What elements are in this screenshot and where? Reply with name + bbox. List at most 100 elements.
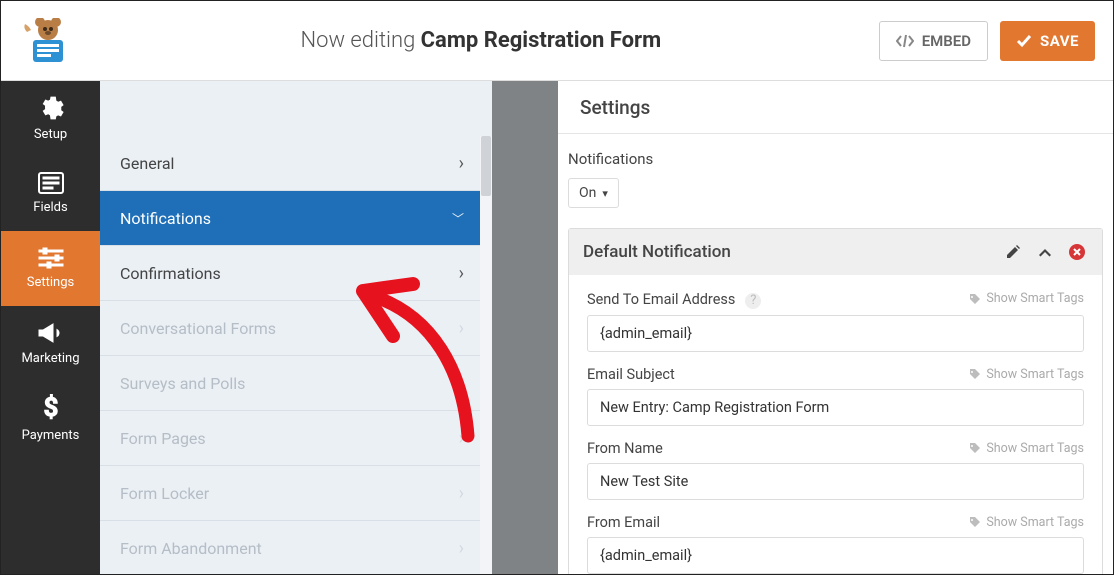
submenu-item-confirmations[interactable]: Confirmations › xyxy=(100,246,492,301)
show-smart-tags-from-name[interactable]: Show Smart Tags xyxy=(969,441,1084,456)
embed-button[interactable]: EMBED xyxy=(879,21,988,61)
rail-label: Settings xyxy=(27,275,74,290)
rail-item-fields[interactable]: Fields xyxy=(1,156,100,231)
row-from-name: From Name Show Smart Tags xyxy=(587,440,1084,500)
list-icon xyxy=(38,172,64,194)
from-email-label: From Email xyxy=(587,514,660,531)
submenu-label: Surveys and Polls xyxy=(120,374,245,393)
rail-label: Fields xyxy=(33,200,67,215)
notifications-toggle[interactable]: On ▾ xyxy=(568,178,619,208)
rail-item-settings[interactable]: Settings xyxy=(1,231,100,306)
edit-button[interactable] xyxy=(1002,241,1024,263)
page-title: Now editing Camp Registration Form xyxy=(83,28,879,53)
from-email-input[interactable] xyxy=(587,537,1084,574)
svg-text:$: $ xyxy=(43,394,58,422)
chevron-right-icon: › xyxy=(459,263,464,284)
chevron-right-icon: › xyxy=(459,318,464,339)
chevron-right-icon: › xyxy=(459,428,464,449)
title-prefix: Now editing xyxy=(301,28,421,53)
tag-icon xyxy=(969,442,981,454)
sliders-icon xyxy=(37,247,65,269)
rail-item-marketing[interactable]: Marketing xyxy=(1,306,100,381)
sidebar-rail: Setup Fields Settings Marketing $ Paymen… xyxy=(1,81,100,574)
email-subject-input[interactable] xyxy=(587,389,1084,426)
notification-card-body: Send To Email Address ? Show Smart Tags xyxy=(569,275,1102,574)
notification-card: Default Notification xyxy=(568,228,1103,574)
submenu-list: General › Notifications ﹀ Confirmations … xyxy=(100,136,492,574)
bullhorn-icon xyxy=(37,321,65,345)
chevron-down-icon: ﹀ xyxy=(452,210,464,227)
submenu-label: Confirmations xyxy=(120,264,221,283)
rail-item-payments[interactable]: $ Payments xyxy=(1,381,100,456)
from-name-label: From Name xyxy=(587,440,663,457)
code-icon xyxy=(896,34,914,48)
submenu-label: Form Pages xyxy=(120,429,206,448)
check-icon xyxy=(1016,34,1032,48)
submenu-item-conversational-forms[interactable]: Conversational Forms › xyxy=(100,301,492,356)
show-smart-tags-send-to[interactable]: Show Smart Tags xyxy=(969,291,1084,306)
settings-submenu: General › Notifications ﹀ Confirmations … xyxy=(100,81,492,574)
submenu-label: Conversational Forms xyxy=(120,319,276,338)
notifications-toggle-label: Notifications xyxy=(568,150,1103,168)
show-smart-tags-from-email[interactable]: Show Smart Tags xyxy=(969,515,1084,530)
submenu-item-form-pages[interactable]: Form Pages › xyxy=(100,411,492,466)
wpforms-logo xyxy=(13,18,83,64)
gear-icon xyxy=(38,95,64,121)
smart-tags-label: Show Smart Tags xyxy=(986,515,1084,530)
chevron-right-icon: › xyxy=(459,153,464,174)
embed-button-label: EMBED xyxy=(922,32,971,50)
row-send-to: Send To Email Address ? Show Smart Tags xyxy=(587,289,1084,352)
smart-tags-label: Show Smart Tags xyxy=(986,441,1084,456)
notification-card-title: Default Notification xyxy=(583,242,992,262)
panel-divider xyxy=(492,81,558,574)
main-title: Settings xyxy=(558,81,1113,134)
tag-icon xyxy=(969,516,981,528)
pencil-icon xyxy=(1005,244,1021,260)
rail-label: Payments xyxy=(22,428,80,443)
save-button-label: SAVE xyxy=(1040,32,1079,50)
notifications-toggle-value: On xyxy=(579,185,596,201)
submenu-item-form-locker[interactable]: Form Locker › xyxy=(100,466,492,521)
submenu-spacer xyxy=(100,81,492,136)
submenu-item-form-abandonment[interactable]: Form Abandonment › xyxy=(100,521,492,574)
submenu-scrollbar[interactable] xyxy=(480,136,492,574)
send-to-input[interactable] xyxy=(587,315,1084,352)
chevron-right-icon: › xyxy=(459,373,464,394)
help-icon[interactable]: ? xyxy=(745,293,761,309)
submenu-label: Form Abandonment xyxy=(120,539,262,558)
close-circle-icon xyxy=(1068,243,1086,261)
submenu-label: Notifications xyxy=(120,209,211,228)
tag-icon xyxy=(969,293,981,305)
rail-label: Setup xyxy=(34,127,67,142)
submenu-label: Form Locker xyxy=(120,484,209,503)
row-from-email: From Email Show Smart Tags xyxy=(587,514,1084,574)
rail-item-setup[interactable]: Setup xyxy=(1,81,100,156)
collapse-button[interactable] xyxy=(1034,241,1056,263)
chevron-right-icon: › xyxy=(459,538,464,559)
chevron-right-icon: › xyxy=(459,483,464,504)
smart-tags-label: Show Smart Tags xyxy=(986,367,1084,382)
show-smart-tags-subject[interactable]: Show Smart Tags xyxy=(969,367,1084,382)
send-to-label: Send To Email Address xyxy=(587,291,735,308)
dollar-icon: $ xyxy=(42,394,60,422)
tag-icon xyxy=(969,368,981,380)
main-panel: Settings Notifications On ▾ Default Noti… xyxy=(558,81,1113,574)
submenu-item-general[interactable]: General › xyxy=(100,136,492,191)
row-email-subject: Email Subject Show Smart Tags xyxy=(587,366,1084,426)
save-button[interactable]: SAVE xyxy=(1000,21,1095,61)
main-body: Notifications On ▾ Default Notification xyxy=(558,134,1113,574)
delete-button[interactable] xyxy=(1066,241,1088,263)
notification-card-header: Default Notification xyxy=(569,229,1102,275)
submenu-item-notifications[interactable]: Notifications ﹀ xyxy=(100,191,492,246)
rail-label: Marketing xyxy=(21,351,79,366)
chevron-up-icon xyxy=(1037,246,1053,258)
body: Setup Fields Settings Marketing $ Paymen… xyxy=(1,81,1113,574)
smart-tags-label: Show Smart Tags xyxy=(986,291,1084,306)
submenu-label: General xyxy=(120,154,174,173)
from-name-input[interactable] xyxy=(587,463,1084,500)
chevron-down-icon: ▾ xyxy=(602,187,608,200)
submenu-item-surveys-polls[interactable]: Surveys and Polls › xyxy=(100,356,492,411)
topbar: Now editing Camp Registration Form EMBED… xyxy=(1,1,1113,81)
email-subject-label: Email Subject xyxy=(587,366,675,383)
scrollbar-thumb[interactable] xyxy=(481,136,491,196)
